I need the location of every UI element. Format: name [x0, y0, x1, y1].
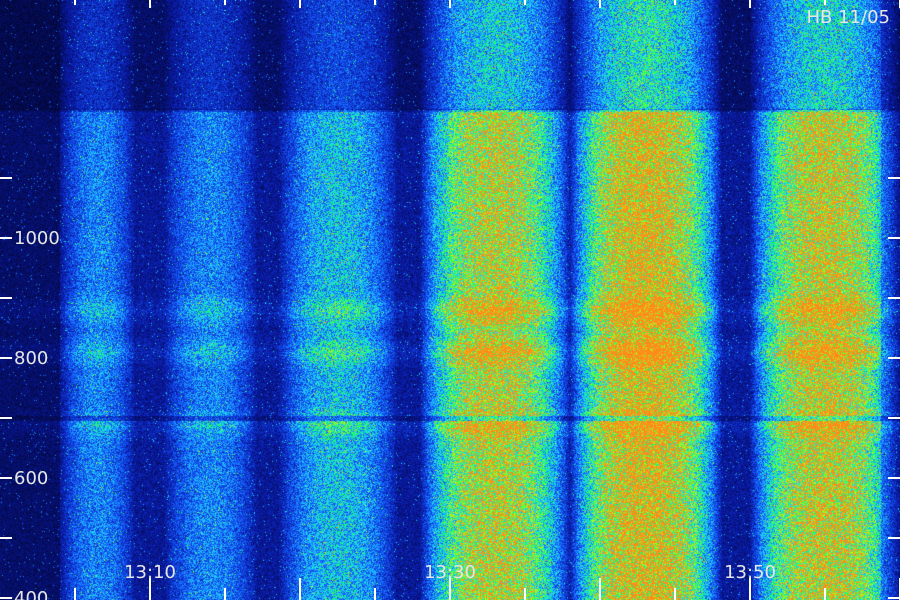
- x-tick-label: 13:10: [124, 562, 176, 583]
- x-tick-label: 13:30: [424, 562, 476, 583]
- dynamic-spectrum: 400 600 800 1000 13:10 13:30 13:50 HB 11/05: [0, 0, 900, 600]
- y-tick-label: 600: [14, 468, 48, 489]
- x-tick-label: 13:50: [724, 562, 776, 583]
- chart-title: HB 11/05: [807, 7, 890, 28]
- y-tick-label: 1000: [14, 228, 60, 249]
- y-tick-label: 400: [14, 588, 48, 600]
- y-tick-label: 800: [14, 348, 48, 369]
- axes-layer: 400 600 800 1000 13:10 13:30 13:50 HB 11/05: [0, 0, 900, 600]
